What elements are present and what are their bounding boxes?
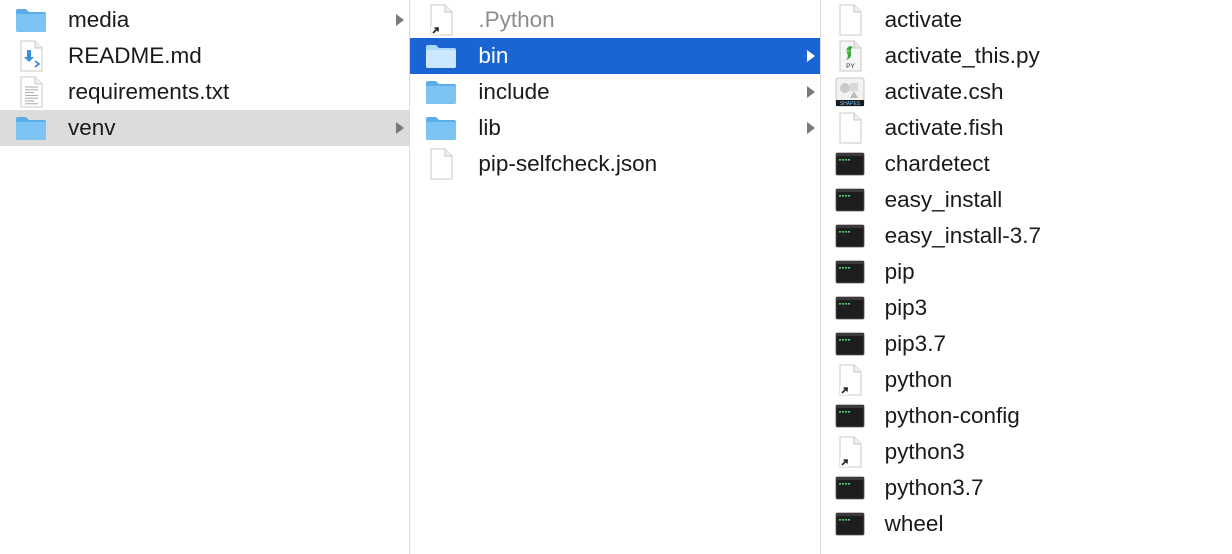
blank-file-icon <box>833 112 867 144</box>
file-item-requirements-txt[interactable]: requirements.txt <box>0 74 409 110</box>
terminal-exec-icon <box>833 401 867 431</box>
folder-icon <box>424 77 458 107</box>
file-item-label: activate.csh <box>884 79 1004 104</box>
file-item-label: python-config <box>884 403 1020 428</box>
file-item-python[interactable]: .Python <box>410 2 819 38</box>
file-item-label: easy_install <box>884 187 1003 212</box>
file-item-label: wheel <box>884 511 944 536</box>
disclosure-chevron-icon <box>395 2 405 38</box>
disclosure-chevron-icon <box>806 74 816 110</box>
file-item-activate[interactable]: activate <box>821 2 1232 38</box>
file-item-media[interactable]: media <box>0 2 409 38</box>
column-browser: media README.md requirements.txt venv .Pyth… <box>0 0 1232 554</box>
file-item-label: media <box>68 7 130 32</box>
svg-text:SHAPES: SHAPES <box>840 101 861 107</box>
file-item-wheel[interactable]: wheel <box>821 506 1232 542</box>
file-item-label: lib <box>478 115 501 140</box>
file-item-easy-install[interactable]: easy_install <box>821 182 1232 218</box>
file-item-label: bin <box>478 43 509 68</box>
alias-file-icon <box>833 436 867 468</box>
file-item-label: requirements.txt <box>68 79 230 104</box>
disclosure-chevron-icon <box>806 110 816 146</box>
file-item-include[interactable]: include <box>410 74 819 110</box>
file-item-label: python <box>884 367 953 392</box>
terminal-exec-icon <box>833 329 867 359</box>
text-file-icon <box>14 76 48 108</box>
terminal-exec-icon <box>833 293 867 323</box>
file-item-activate-csh[interactable]: SHAPES activate.csh <box>821 74 1232 110</box>
file-item-python[interactable]: python <box>821 362 1232 398</box>
file-item-python3[interactable]: python3 <box>821 434 1232 470</box>
file-item-chardetect[interactable]: chardetect <box>821 146 1232 182</box>
file-item-label: easy_install-3.7 <box>884 223 1041 248</box>
file-item-python-config[interactable]: python-config <box>821 398 1232 434</box>
file-item-label: activate_this.py <box>884 43 1040 68</box>
shapes-file-icon: SHAPES <box>833 77 867 107</box>
svg-text:PY: PY <box>846 63 855 70</box>
file-item-label: activate <box>884 7 963 32</box>
disclosure-chevron-icon <box>395 110 405 146</box>
file-item-label: pip3 <box>884 295 928 320</box>
alias-file-icon <box>833 364 867 396</box>
file-item-python3-7[interactable]: python3.7 <box>821 470 1232 506</box>
column-3[interactable]: activate PY activate_this.py SHAPES activate… <box>821 0 1232 554</box>
file-item-label: venv <box>68 115 116 140</box>
file-item-label: README.md <box>68 43 202 68</box>
file-item-label: activate.fish <box>884 115 1004 140</box>
column-2[interactable]: .Python bin include lib pip-selfcheck.json <box>410 0 820 554</box>
terminal-exec-icon <box>833 473 867 503</box>
markdown-file-icon <box>14 40 48 72</box>
file-item-activate-this-py[interactable]: PY activate_this.py <box>821 38 1232 74</box>
file-item-label: pip3.7 <box>884 331 946 356</box>
folder-icon <box>424 41 458 71</box>
blank-file-icon <box>833 4 867 36</box>
file-item-label: python3.7 <box>884 475 984 500</box>
terminal-exec-icon <box>833 509 867 539</box>
file-item-pip3[interactable]: pip3 <box>821 290 1232 326</box>
terminal-exec-icon <box>833 257 867 287</box>
file-item-venv[interactable]: venv <box>0 110 410 146</box>
file-item-pip3-7[interactable]: pip3.7 <box>821 326 1232 362</box>
folder-icon <box>424 113 458 143</box>
blank-file-icon <box>424 148 458 180</box>
file-item-pip[interactable]: pip <box>821 254 1232 290</box>
file-item-label: python3 <box>884 439 965 464</box>
file-item-label: include <box>478 79 550 104</box>
terminal-exec-icon <box>833 185 867 215</box>
file-item-easy-install-3-7[interactable]: easy_install-3.7 <box>821 218 1232 254</box>
file-item-label: pip <box>884 259 915 284</box>
file-item-pip-selfcheck-json[interactable]: pip-selfcheck.json <box>410 146 819 182</box>
file-item-readme-md[interactable]: README.md <box>0 38 409 74</box>
file-item-label: chardetect <box>884 151 990 176</box>
alias-file-icon <box>424 4 458 36</box>
folder-icon <box>14 5 48 35</box>
terminal-exec-icon <box>833 149 867 179</box>
file-item-bin[interactable]: bin <box>410 38 820 74</box>
file-item-label: pip-selfcheck.json <box>478 151 658 176</box>
column-1[interactable]: media README.md requirements.txt venv <box>0 0 410 554</box>
disclosure-chevron-icon <box>806 38 816 74</box>
file-item-label: .Python <box>478 7 555 32</box>
terminal-exec-icon <box>833 221 867 251</box>
file-item-activate-fish[interactable]: activate.fish <box>821 110 1232 146</box>
folder-icon <box>14 113 48 143</box>
file-item-lib[interactable]: lib <box>410 110 819 146</box>
python-file-icon: PY <box>833 40 867 72</box>
